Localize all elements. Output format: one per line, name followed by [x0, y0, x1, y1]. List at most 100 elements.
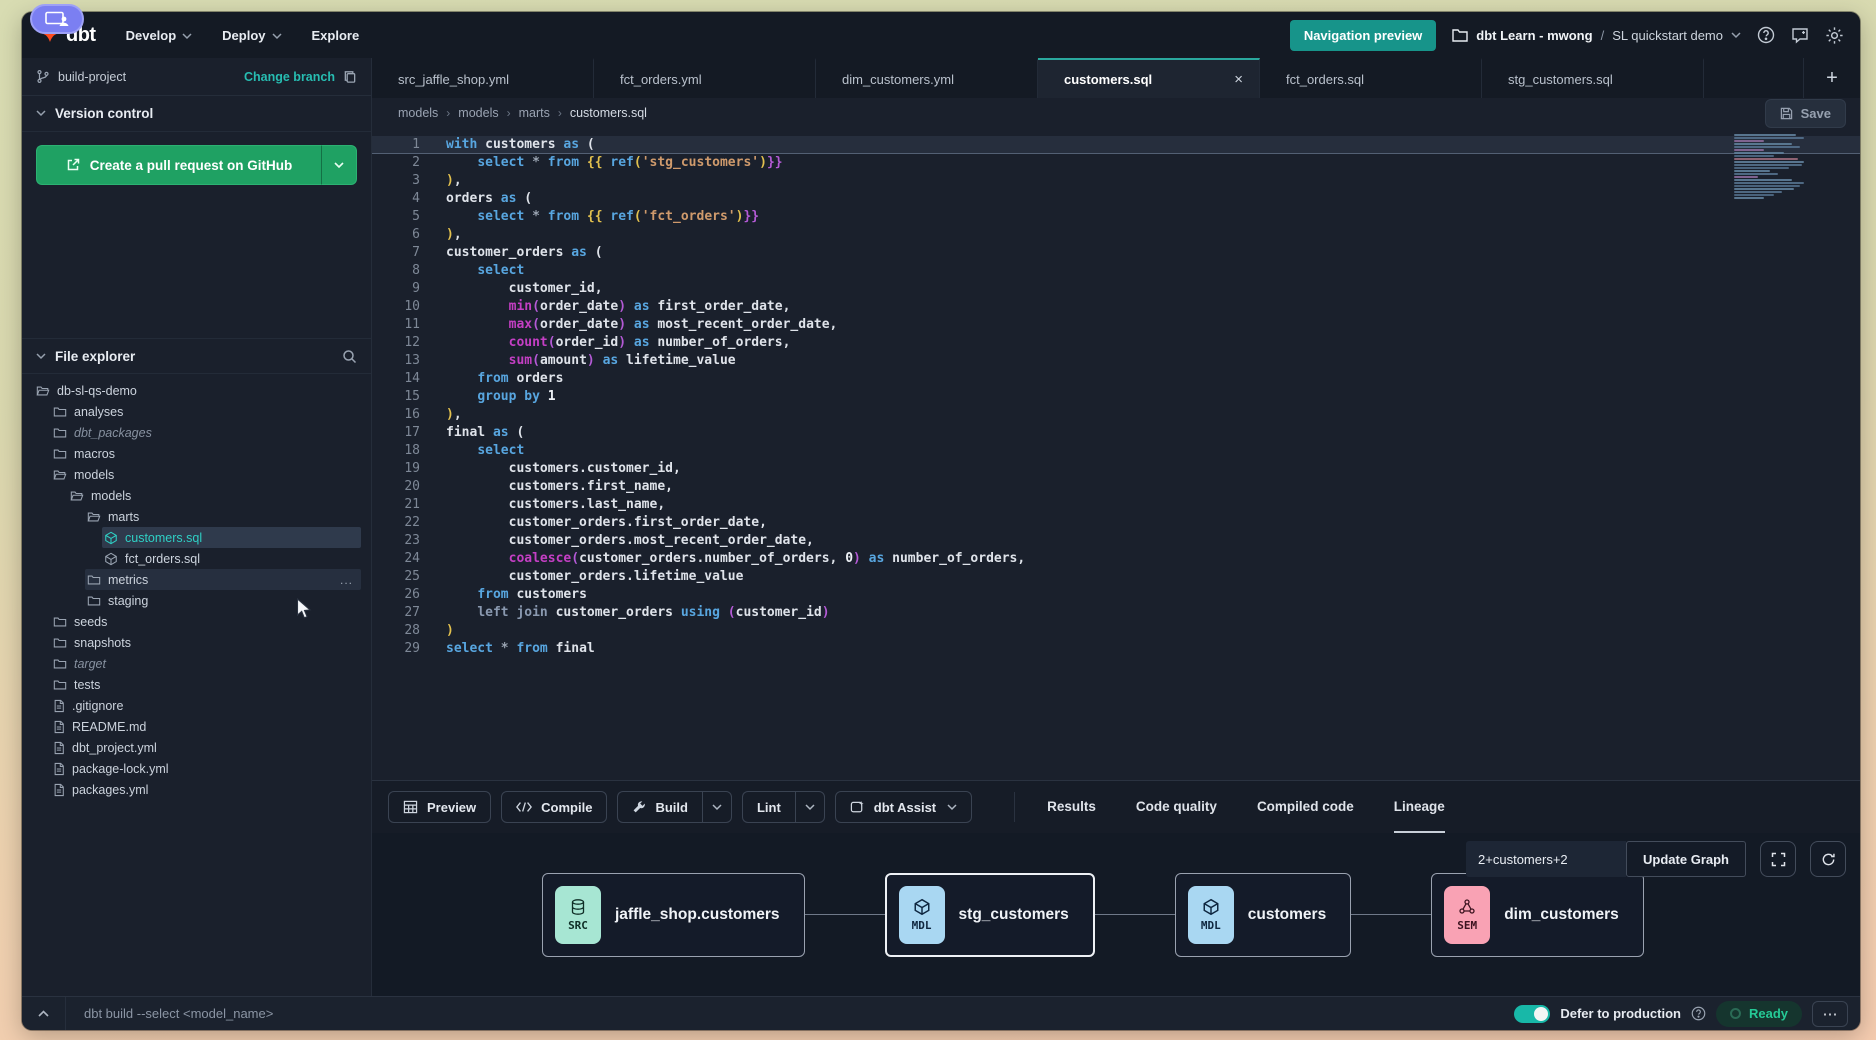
code-line[interactable]: 7customer_orders as ( — [372, 244, 1860, 262]
lineage-selector-input[interactable]: 2+customers+2 — [1466, 841, 1626, 877]
code-line[interactable]: 9 customer_id, — [372, 280, 1860, 298]
tree-row[interactable]: tests — [22, 674, 371, 695]
preview-button[interactable]: Preview — [388, 791, 491, 823]
tree-item[interactable]: customers.sql — [102, 527, 361, 548]
action-main[interactable]: Build — [617, 791, 702, 823]
code-line[interactable]: 3), — [372, 172, 1860, 190]
code-line[interactable]: 8 select — [372, 262, 1860, 280]
tree-row[interactable]: package-lock.yml — [22, 758, 371, 779]
lineage-node[interactable]: SRCjaffle_shop.customers — [542, 873, 805, 957]
code-line[interactable]: 25 customer_orders.lifetime_value — [372, 568, 1860, 586]
tree-row[interactable]: staging — [22, 590, 371, 611]
tree-item[interactable]: db-sl-qs-demo — [34, 380, 361, 401]
breadcrumb-item[interactable]: marts — [519, 106, 550, 120]
update-graph-button[interactable]: Update Graph — [1626, 841, 1746, 877]
code-line[interactable]: 24 coalesce(customer_orders.number_of_or… — [372, 550, 1860, 568]
tree-item[interactable]: analyses — [51, 401, 361, 422]
action-main[interactable]: dbt Assist — [835, 791, 972, 823]
code-line[interactable]: 1with customers as ( — [372, 136, 1860, 154]
help-icon[interactable] — [1757, 26, 1775, 44]
navigation-preview-button[interactable]: Navigation preview — [1290, 20, 1436, 51]
code-line[interactable]: 21 customers.last_name, — [372, 496, 1860, 514]
breadcrumb-item[interactable]: models — [398, 106, 438, 120]
code-line[interactable]: 27 left join customer_orders using (cust… — [372, 604, 1860, 622]
breadcrumb-item[interactable]: customers.sql — [570, 106, 647, 120]
breadcrumb-item[interactable]: models — [458, 106, 498, 120]
code-line[interactable]: 12 count(order_id) as number_of_orders, — [372, 334, 1860, 352]
panel-tab-lineage[interactable]: Lineage — [1394, 781, 1445, 833]
tree-row[interactable]: models — [22, 485, 371, 506]
editor-tab[interactable]: dim_customers.yml — [816, 58, 1038, 98]
tree-item[interactable]: metrics... — [85, 569, 361, 590]
editor-tab[interactable]: stg_customers.sql — [1482, 58, 1704, 98]
code-line[interactable]: 19 customers.customer_id, — [372, 460, 1860, 478]
tree-item[interactable]: target — [51, 653, 361, 674]
search-icon[interactable] — [342, 349, 357, 364]
panel-tab-compiled-code[interactable]: Compiled code — [1257, 781, 1354, 833]
tree-row[interactable]: seeds — [22, 611, 371, 632]
lint-dropdown-button[interactable] — [795, 791, 825, 823]
tree-item[interactable]: models — [51, 464, 361, 485]
menu-explore[interactable]: Explore — [312, 28, 360, 43]
lineage-node[interactable]: SEMdim_customers — [1431, 873, 1644, 957]
save-button[interactable]: Save — [1765, 99, 1846, 128]
tree-item[interactable]: staging — [85, 590, 361, 611]
action-main[interactable]: Lint — [742, 791, 795, 823]
editor-tab[interactable]: customers.sql× — [1038, 58, 1260, 98]
tree-row[interactable]: dbt_project.yml — [22, 737, 371, 758]
create-pr-button[interactable]: Create a pull request on GitHub — [36, 145, 321, 185]
dbt-assist-button[interactable]: dbt Assist — [835, 791, 972, 823]
command-bar-expand-button[interactable] — [22, 997, 66, 1030]
panel-tab-results[interactable]: Results — [1047, 781, 1096, 833]
tree-row[interactable]: models — [22, 464, 371, 485]
code-line[interactable]: 10 min(order_date) as first_order_date, — [372, 298, 1860, 316]
tree-item[interactable]: README.md — [51, 716, 361, 737]
defer-toggle[interactable] — [1514, 1005, 1550, 1023]
tree-item[interactable]: package-lock.yml — [51, 758, 361, 779]
close-tab-icon[interactable]: × — [1234, 71, 1243, 88]
menu-deploy[interactable]: Deploy — [222, 28, 281, 43]
code-line[interactable]: 17final as ( — [372, 424, 1860, 442]
build-button[interactable]: Build — [617, 791, 732, 823]
code-line[interactable]: 26 from customers — [372, 586, 1860, 604]
panel-tab-code-quality[interactable]: Code quality — [1136, 781, 1217, 833]
tree-row[interactable]: README.md — [22, 716, 371, 737]
menu-develop[interactable]: Develop — [126, 28, 193, 43]
code-line[interactable]: 2 select * from {{ ref('stg_customers')}… — [372, 154, 1860, 172]
tree-item[interactable]: fct_orders.sql — [102, 548, 361, 569]
tree-row[interactable]: analyses — [22, 401, 371, 422]
code-line[interactable]: 29select * from final — [372, 640, 1860, 658]
tree-row[interactable]: fct_orders.sql — [22, 548, 371, 569]
ide-status-badge[interactable]: Ready — [1716, 1001, 1802, 1027]
change-branch-link[interactable]: Change branch — [244, 70, 335, 84]
copy-icon[interactable] — [343, 69, 357, 84]
code-line[interactable]: 23 customer_orders.most_recent_order_dat… — [372, 532, 1860, 550]
lineage-canvas[interactable]: SRCjaffle_shop.customersMDLstg_customers… — [372, 833, 1860, 996]
tree-row[interactable]: customers.sql — [22, 527, 371, 548]
minimap[interactable] — [1734, 134, 1812, 210]
code-line[interactable]: 5 select * from {{ ref('fct_orders')}} — [372, 208, 1860, 226]
tree-item[interactable]: seeds — [51, 611, 361, 632]
code-line[interactable]: 16), — [372, 406, 1860, 424]
tree-row[interactable]: macros — [22, 443, 371, 464]
tree-item[interactable]: macros — [51, 443, 361, 464]
code-line[interactable]: 13 sum(amount) as lifetime_value — [372, 352, 1860, 370]
code-editor[interactable]: 1with customers as (2 select * from {{ r… — [372, 128, 1860, 780]
tree-row[interactable]: dbt_packages — [22, 422, 371, 443]
defer-help-icon[interactable] — [1691, 1006, 1706, 1021]
lineage-node[interactable]: MDLcustomers — [1175, 873, 1351, 957]
settings-gear-icon[interactable] — [1825, 26, 1844, 45]
tree-row[interactable]: target — [22, 653, 371, 674]
fullscreen-button[interactable] — [1760, 841, 1796, 877]
feedback-icon[interactable] — [1791, 27, 1809, 44]
code-line[interactable]: 28) — [372, 622, 1860, 640]
code-line[interactable]: 18 select — [372, 442, 1860, 460]
tree-item[interactable]: dbt_project.yml — [51, 737, 361, 758]
build-dropdown-button[interactable] — [702, 791, 732, 823]
compile-button[interactable]: Compile — [501, 791, 607, 823]
tree-item[interactable]: marts — [85, 506, 361, 527]
tree-item[interactable]: models — [68, 485, 361, 506]
tree-row[interactable]: metrics... — [22, 569, 371, 590]
file-explorer-header[interactable]: File explorer — [22, 338, 371, 374]
version-control-header[interactable]: Version control — [22, 96, 371, 132]
